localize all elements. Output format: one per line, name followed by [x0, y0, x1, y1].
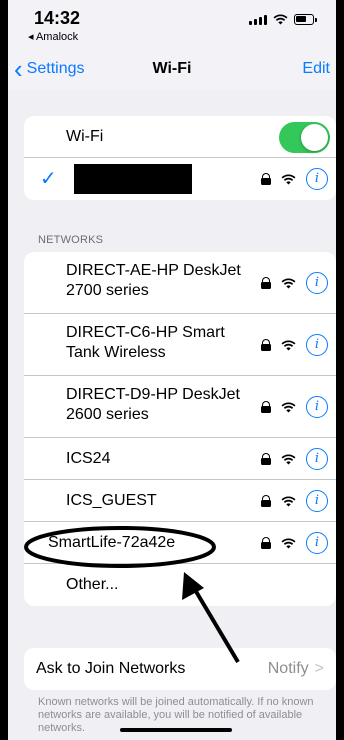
info-icon[interactable]: i — [306, 532, 328, 554]
wifi-settings-screen: 14:32 ◂ Amalock ‹ Settings Wi-Fi Edit Wi… — [8, 0, 336, 740]
network-status-icons: i — [261, 272, 328, 294]
network-name-line1: DIRECT-AE-HP DeskJet — [66, 262, 241, 279]
network-row[interactable]: DIRECT-AE-HP DeskJet 2700 series i — [24, 252, 336, 314]
status-time: 14:32 — [34, 8, 81, 28]
redacted-network-name — [74, 164, 192, 194]
status-indicators — [249, 14, 317, 25]
wifi-signal-icon — [281, 453, 296, 465]
network-status-icons: i — [261, 448, 328, 470]
wifi-toggle-switch[interactable] — [279, 122, 330, 153]
ask-to-join-row[interactable]: Ask to Join Networks Notify > — [24, 648, 336, 690]
checkmark-icon: ✓ — [40, 168, 57, 190]
navigation-bar: ‹ Settings Wi-Fi Edit — [8, 46, 336, 90]
network-status-icons: i — [261, 334, 328, 356]
network-name: DIRECT-C6-HP Smart Tank Wireless — [66, 323, 225, 363]
edit-button[interactable]: Edit — [302, 60, 330, 78]
info-icon[interactable]: i — [306, 448, 328, 470]
network-name-line1: DIRECT-D9-HP DeskJet — [66, 386, 240, 403]
network-name: DIRECT-D9-HP DeskJet 2600 series — [66, 385, 240, 425]
info-icon[interactable]: i — [306, 334, 328, 356]
network-name: ICS24 — [66, 450, 111, 467]
network-status-icons: i — [261, 396, 328, 418]
home-indicator[interactable] — [120, 728, 232, 732]
lock-icon — [261, 339, 271, 351]
wifi-status-icon — [273, 14, 288, 25]
network-row[interactable]: SmartLife-72a42e i — [24, 522, 336, 564]
networks-list: DIRECT-AE-HP DeskJet 2700 series i DIREC… — [24, 252, 336, 606]
status-bar: 14:32 ◂ Amalock — [8, 0, 336, 46]
network-status-icons: i — [261, 532, 328, 554]
network-name: ICS_GUEST — [66, 492, 157, 509]
notify-value: Notify — [267, 660, 309, 677]
network-name-line1: DIRECT-C6-HP Smart — [66, 324, 225, 341]
battery-icon — [294, 14, 317, 25]
info-icon[interactable]: i — [306, 490, 328, 512]
ask-to-join-label: Ask to Join Networks — [36, 660, 186, 677]
networks-section-header: NETWORKS — [38, 234, 104, 246]
wifi-signal-icon — [281, 173, 296, 185]
wifi-toggle-row: Wi-Fi — [24, 116, 336, 158]
chevron-right-icon: > — [314, 660, 324, 677]
network-name-line2: Tank Wireless — [66, 344, 166, 361]
wifi-signal-icon — [281, 401, 296, 413]
wifi-signal-icon — [281, 537, 296, 549]
info-icon[interactable]: i — [306, 272, 328, 294]
lock-icon — [261, 495, 271, 507]
info-icon[interactable]: i — [306, 396, 328, 418]
wifi-signal-icon — [281, 339, 296, 351]
network-name-line2: 2700 series — [66, 282, 149, 299]
wifi-toggle-label: Wi-Fi — [66, 128, 104, 145]
lock-icon — [261, 173, 271, 185]
network-row[interactable]: DIRECT-C6-HP Smart Tank Wireless i — [24, 314, 336, 376]
connected-network-row[interactable]: ✓ i — [24, 158, 336, 200]
wifi-signal-icon — [281, 495, 296, 507]
network-status-icons: i — [261, 490, 328, 512]
cellular-signal-icon — [249, 14, 267, 25]
network-name: DIRECT-AE-HP DeskJet 2700 series — [66, 261, 241, 301]
lock-icon — [261, 401, 271, 413]
network-name: SmartLife-72a42e — [48, 534, 176, 551]
info-icon[interactable]: i — [306, 168, 328, 190]
page-title: Wi-Fi — [152, 60, 192, 77]
ask-to-join-group: Ask to Join Networks Notify > — [24, 648, 336, 690]
ask-to-join-value: Notify > — [268, 660, 324, 678]
other-network-row[interactable]: Other... — [24, 564, 336, 606]
network-row[interactable]: ICS_GUEST i — [24, 480, 336, 522]
network-name-line2: 2600 series — [66, 406, 149, 423]
other-network-label: Other... — [66, 576, 119, 593]
network-row[interactable]: DIRECT-D9-HP DeskJet 2600 series i — [24, 376, 336, 438]
lock-icon — [261, 453, 271, 465]
lock-icon — [261, 277, 271, 289]
lock-icon — [261, 537, 271, 549]
network-status-icons: i — [261, 168, 328, 190]
wifi-signal-icon — [281, 277, 296, 289]
wifi-group: Wi-Fi ✓ i — [24, 116, 336, 200]
network-row[interactable]: ICS24 i — [24, 438, 336, 480]
back-to-app-link[interactable]: ◂ Amalock — [28, 30, 78, 43]
